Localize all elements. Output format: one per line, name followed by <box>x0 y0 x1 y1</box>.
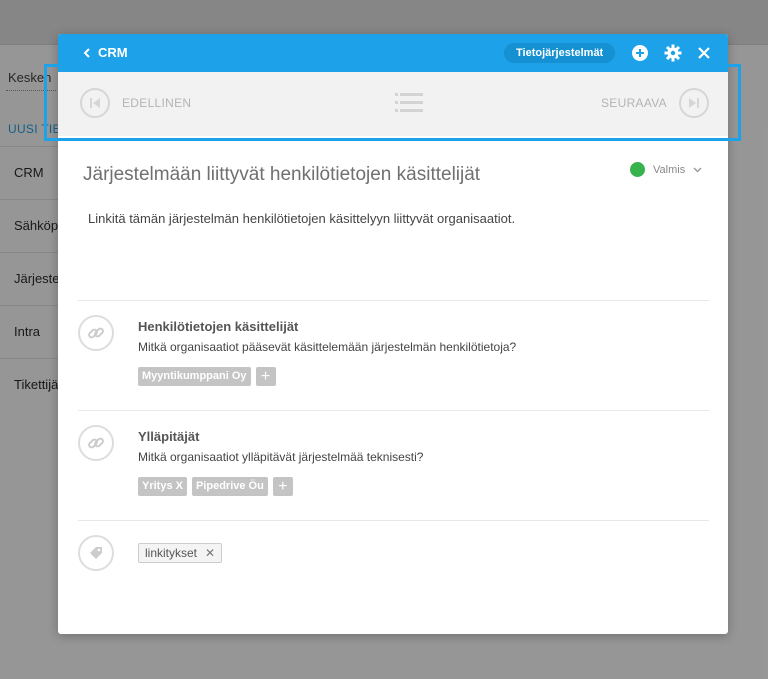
organization-tag[interactable]: Yritys X <box>138 477 187 496</box>
section-maintainers: Ylläpitäjät Mitkä organisaatiot ylläpitä… <box>78 410 709 521</box>
list-icon[interactable] <box>395 92 423 114</box>
status-dropdown[interactable]: Valmis <box>630 162 702 177</box>
next-icon <box>678 88 709 118</box>
previous-icon <box>80 88 110 118</box>
organization-tag[interactable]: Myyntikumppani Oy <box>138 367 251 386</box>
previous-button[interactable]: EDELLINEN <box>80 88 191 118</box>
section-title: Henkilötietojen käsittelijät <box>138 319 299 334</box>
chevron-left-icon <box>83 47 90 58</box>
settings-button[interactable] <box>664 44 682 62</box>
tag-icon <box>78 535 114 571</box>
close-icon <box>698 47 710 59</box>
add-button[interactable] <box>631 44 649 62</box>
keyword-chip: linkitykset ✕ <box>138 543 223 563</box>
next-label: SEURAAVA <box>601 96 667 110</box>
chevron-down-icon <box>693 167 702 172</box>
status-label: Valmis <box>653 163 686 176</box>
previous-label: EDELLINEN <box>122 96 192 110</box>
category-pill[interactable]: Tietojärjestelmät <box>504 43 616 63</box>
section-question: Mitkä organisaatiot pääsevät käsittelemä… <box>138 340 517 354</box>
link-icon <box>78 425 114 461</box>
back-button[interactable]: CRM <box>82 45 128 60</box>
back-label: CRM <box>98 45 128 60</box>
step-navigation: EDELLINEN SEURAAVA <box>58 72 728 136</box>
organization-tag[interactable]: Pipedrive Öu <box>191 477 268 496</box>
link-icon <box>78 315 114 351</box>
section-keywords: linkitykset ✕ <box>78 520 709 601</box>
close-button[interactable] <box>695 44 713 62</box>
page-description: Linkitä tämän järjestelmän henkilötietoj… <box>88 211 516 226</box>
keyword-label: linkitykset <box>145 546 198 560</box>
plus-circle-icon <box>632 45 648 61</box>
next-button[interactable]: SEURAAVA <box>601 88 709 118</box>
modal-header: CRM Tietojärjestelmät <box>58 34 728 72</box>
section-title: Ylläpitäjät <box>138 429 200 444</box>
page-title: Järjestelmään liittyvät henkilötietojen … <box>83 164 481 185</box>
add-tag-button[interactable]: + <box>272 477 293 496</box>
add-tag-button[interactable]: + <box>255 367 276 386</box>
status-dot-icon <box>630 162 645 177</box>
section-question: Mitkä organisaatiot ylläpitävät järjeste… <box>138 450 424 464</box>
system-modal: CRM Tietojärjestelmät EDELLINEN SEURAAVA… <box>58 34 728 634</box>
tag-list: Yritys X Pipedrive Öu + <box>138 477 293 496</box>
remove-keyword-icon[interactable]: ✕ <box>205 544 215 562</box>
section-processors: Henkilötietojen käsittelijät Mitkä organ… <box>78 300 709 411</box>
gear-icon <box>664 44 682 62</box>
tag-list: Myyntikumppani Oy + <box>138 367 276 386</box>
